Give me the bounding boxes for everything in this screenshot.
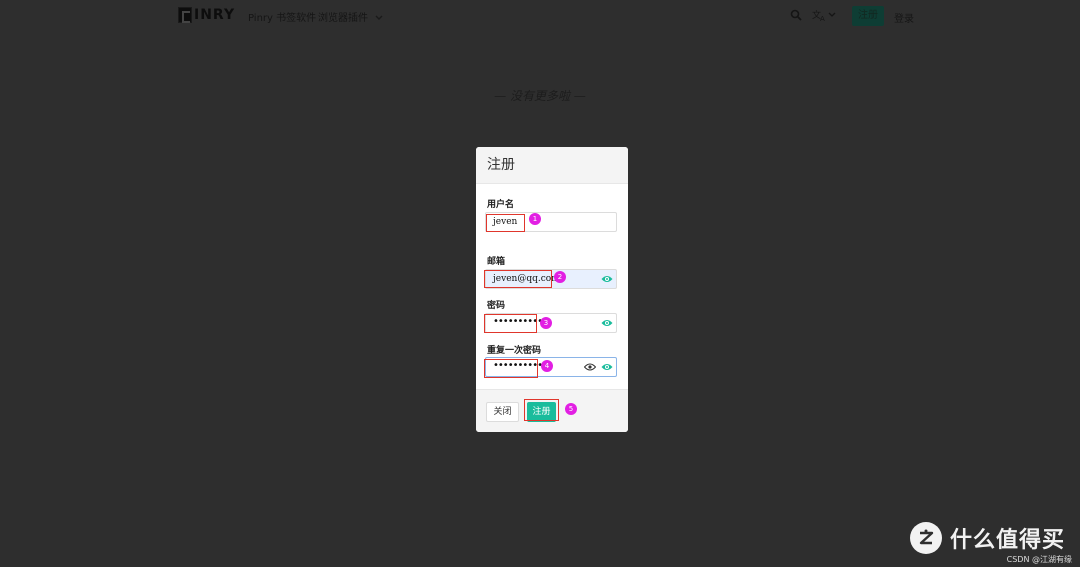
close-button[interactable]: 关闭 <box>486 402 519 422</box>
svg-text:A: A <box>820 15 825 21</box>
top-nav-bar: INRY Pinry 书签软件 浏览器插件 文 A 注册 登录 <box>0 0 1080 32</box>
login-link[interactable]: 登录 <box>894 10 914 25</box>
highlight-username <box>486 214 525 232</box>
watermark: 什么值得买 <box>910 522 1065 554</box>
step-badge-3: 3 <box>540 317 552 329</box>
end-of-feed-message: — 没有更多啦 — <box>494 89 586 103</box>
eye-icon[interactable] <box>601 274 613 284</box>
step-badge-5: 5 <box>565 403 577 415</box>
confirm-password-label: 重复一次密码 <box>487 346 542 356</box>
username-label: 用户名 <box>487 200 515 210</box>
watermark-brand: 什么值得买 <box>950 528 1066 553</box>
logo-mark-icon <box>178 7 192 23</box>
highlight-password <box>484 314 537 333</box>
nav-item-extension-label: 浏览器插件 <box>318 13 368 24</box>
eye-icon[interactable] <box>601 318 613 328</box>
step-badge-4: 4 <box>541 360 553 372</box>
search-icon[interactable] <box>790 9 802 21</box>
password-label: 密码 <box>487 301 506 311</box>
zhi-logo-icon <box>910 522 942 554</box>
email-label: 邮箱 <box>487 257 506 267</box>
source-credit: CSDN @江湖有缘 <box>1006 555 1072 564</box>
eye-icon[interactable] <box>601 362 613 372</box>
highlight-submit <box>524 399 559 421</box>
highlight-confirm-password <box>484 359 538 378</box>
dialog-title: 注册 <box>476 147 628 184</box>
site-logo[interactable]: INRY <box>178 7 235 23</box>
nav-item-extension[interactable]: 浏览器插件 <box>318 9 383 24</box>
browser-reveal-eye-icon[interactable] <box>584 362 596 372</box>
step-badge-1: 1 <box>529 213 541 225</box>
chevron-down-icon <box>375 15 383 20</box>
translate-icon[interactable]: 文 A <box>812 9 838 21</box>
step-badge-2: 2 <box>554 271 566 283</box>
nav-item-bookmark[interactable]: Pinry 书签软件 <box>248 9 316 24</box>
register-dialog: 注册 用户名 jeven 邮箱 jeven@qq.com 密码 ••••••••… <box>476 147 628 432</box>
register-button-top[interactable]: 注册 <box>852 6 884 26</box>
highlight-email <box>484 270 552 288</box>
logo-text: INRY <box>194 7 236 23</box>
